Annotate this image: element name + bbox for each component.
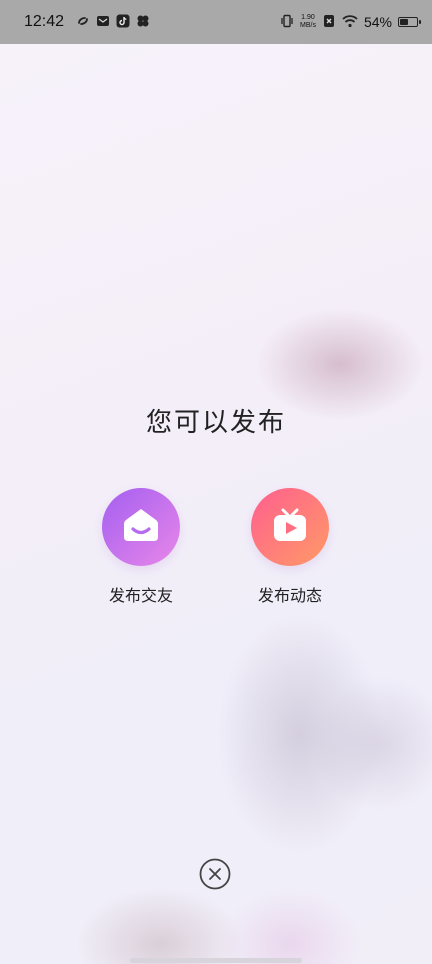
sync-icon: [76, 13, 90, 32]
publish-post-icon-circle: [251, 488, 329, 566]
page-title: 您可以发布: [145, 408, 286, 438]
battery-icon: [398, 17, 421, 27]
close-icon: [198, 857, 232, 895]
battery-percent: 54%: [363, 14, 392, 30]
tv-play-icon: [270, 505, 310, 549]
publish-friend-label: 发布交友: [108, 586, 173, 605]
status-right: 1.90 MB/s 54%: [280, 13, 421, 32]
publish-friend-button[interactable]: 发布交友: [86, 488, 196, 606]
home-indicator[interactable]: [130, 958, 302, 963]
battery-fill: [400, 19, 408, 25]
tiktok-icon: [116, 13, 130, 32]
publish-friend-icon-circle: [102, 488, 180, 566]
home-smile-icon: [121, 505, 161, 549]
publish-post-label: 发布动态: [257, 586, 322, 605]
close-button[interactable]: [198, 857, 232, 895]
no-sim-icon: [322, 13, 336, 32]
status-left: 12:42: [24, 13, 150, 32]
status-time: 12:42: [24, 13, 65, 30]
wifi-icon: [342, 13, 358, 32]
net-speed-value: 1.90: [301, 14, 315, 21]
mail-icon: [96, 13, 110, 32]
publish-post-button[interactable]: 发布动态: [235, 488, 345, 606]
status-bar: 12:42 1.90 MB/s 54%: [0, 0, 432, 44]
clover-icon: [136, 13, 150, 32]
net-speed: 1.90 MB/s: [300, 14, 316, 30]
net-speed-unit: MB/s: [300, 22, 316, 29]
blurred-background: [0, 44, 432, 964]
vibrate-icon: [280, 13, 294, 32]
